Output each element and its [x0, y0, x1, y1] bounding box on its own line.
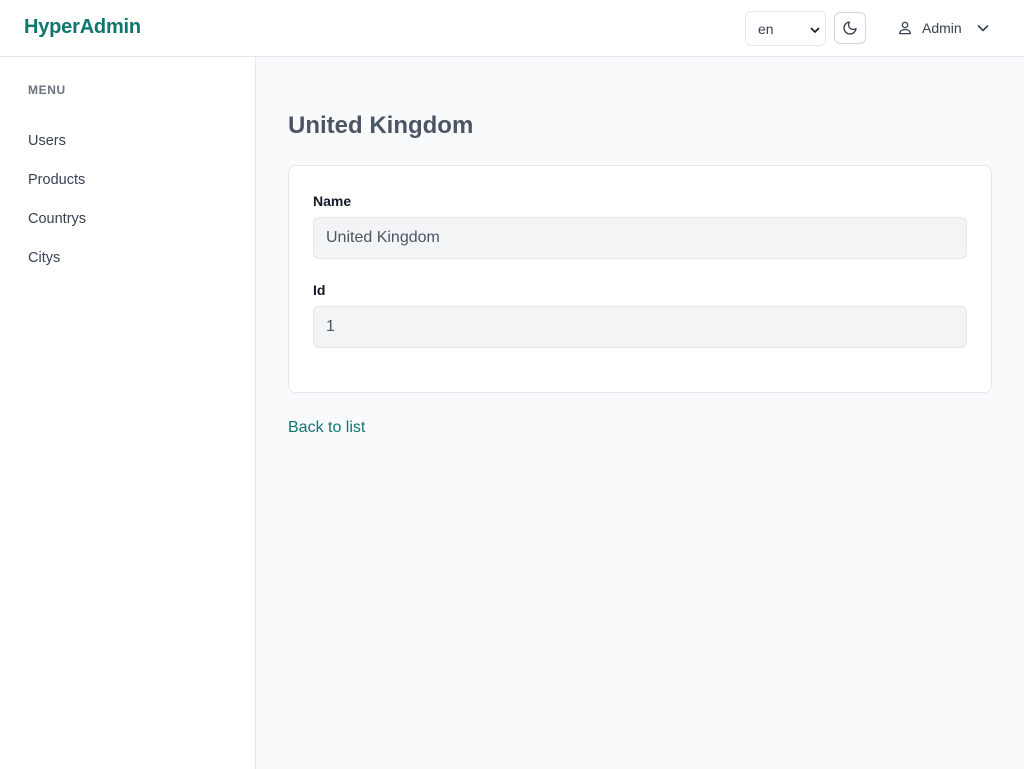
- name-field[interactable]: United Kingdom: [313, 217, 967, 259]
- chevron-down-icon: [809, 23, 821, 35]
- name-field-label: Name: [313, 193, 352, 209]
- sidebar-item-countrys[interactable]: Countrys: [28, 211, 86, 227]
- id-field-label: Id: [313, 282, 326, 298]
- moon-icon: [842, 20, 858, 36]
- sidebar-item-citys[interactable]: Citys: [28, 250, 60, 266]
- chevron-down-icon: [976, 21, 990, 35]
- sidebar-item-products[interactable]: Products: [28, 172, 85, 188]
- brand-logo[interactable]: HyperAdmin: [24, 16, 141, 39]
- sidebar-heading: MENU: [28, 83, 66, 97]
- sidebar: MENU Users Products Countrys Citys: [0, 57, 256, 769]
- back-to-list-link[interactable]: Back to list: [288, 419, 365, 437]
- page-title: United Kingdom: [288, 112, 474, 139]
- language-select[interactable]: en: [745, 11, 826, 46]
- user-icon: [896, 19, 914, 37]
- user-menu[interactable]: Admin: [896, 16, 990, 40]
- id-field[interactable]: 1: [313, 306, 967, 348]
- user-name: Admin: [922, 20, 962, 36]
- theme-toggle-button[interactable]: [834, 12, 866, 44]
- detail-card: Name United Kingdom Id 1: [288, 165, 992, 393]
- language-select-value: en: [758, 20, 774, 37]
- top-header: HyperAdmin en Admin: [0, 0, 1024, 57]
- sidebar-item-users[interactable]: Users: [28, 133, 66, 149]
